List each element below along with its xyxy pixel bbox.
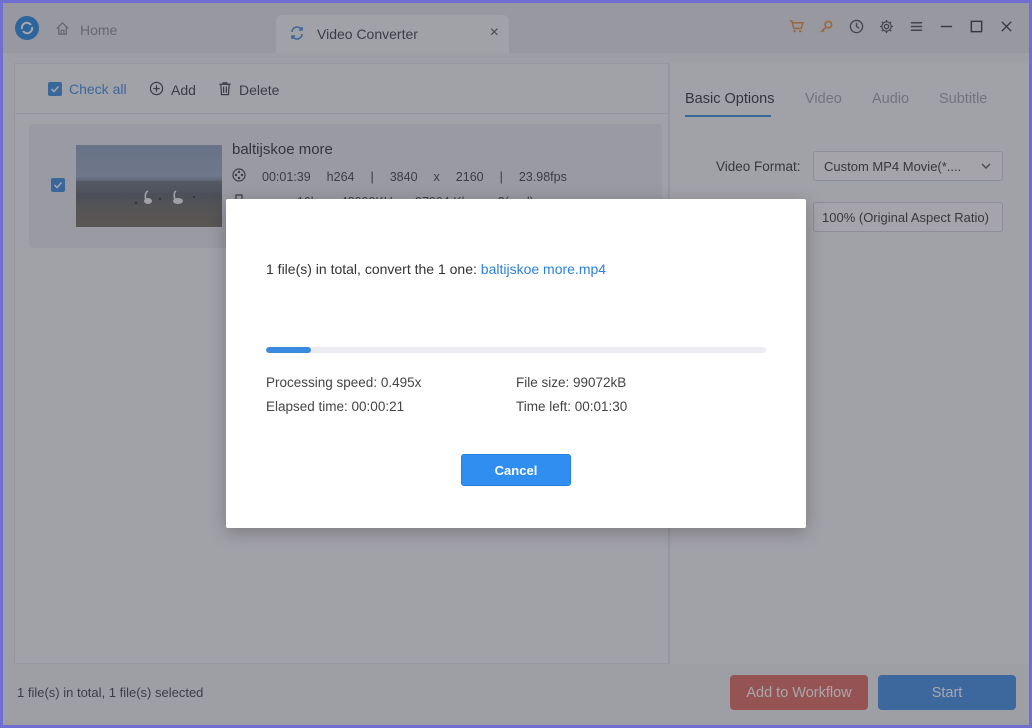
conversion-summary: 1 file(s) in total, convert the 1 one: b…: [266, 261, 606, 277]
progress-bar: [266, 347, 766, 353]
file-size: File size: 99072kB: [516, 375, 627, 390]
progress-fill: [266, 347, 311, 353]
conversion-summary-text: 1 file(s) in total, convert the 1 one:: [266, 261, 481, 277]
cancel-button[interactable]: Cancel: [461, 454, 571, 486]
output-file-name: baltijskoe more.mp4: [480, 261, 607, 277]
elapsed-time: Elapsed time: 00:00:21: [266, 399, 405, 414]
processing-speed: Processing speed: 0.495x: [266, 375, 422, 390]
time-left: Time left: 00:01:30: [516, 399, 628, 414]
conversion-dialog: 1 file(s) in total, convert the 1 one: b…: [226, 199, 806, 528]
app-window: Home Video Converter × Check all Add Del…: [3, 3, 1029, 725]
